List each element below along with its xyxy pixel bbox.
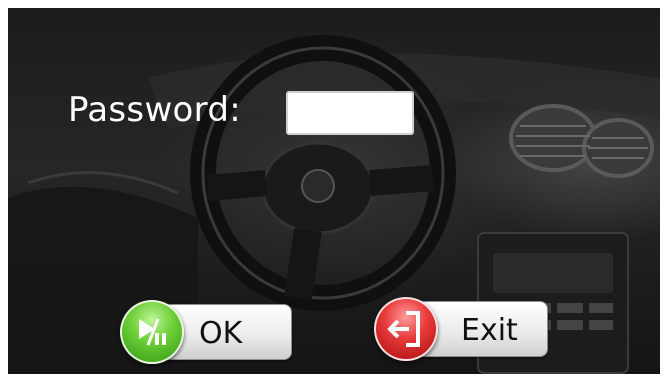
password-label: Password: [68,90,241,130]
play-pause-icon[interactable] [120,300,184,364]
login-screen: Password: OK Exit [8,8,660,374]
password-input[interactable] [286,91,414,135]
exit-button-label: Exit [461,313,518,348]
car-dashboard-background [8,35,660,374]
exit-door-icon[interactable] [374,297,438,361]
ok-button-label: OK [199,316,243,351]
device-frame: Password: OK Exit [0,0,665,383]
